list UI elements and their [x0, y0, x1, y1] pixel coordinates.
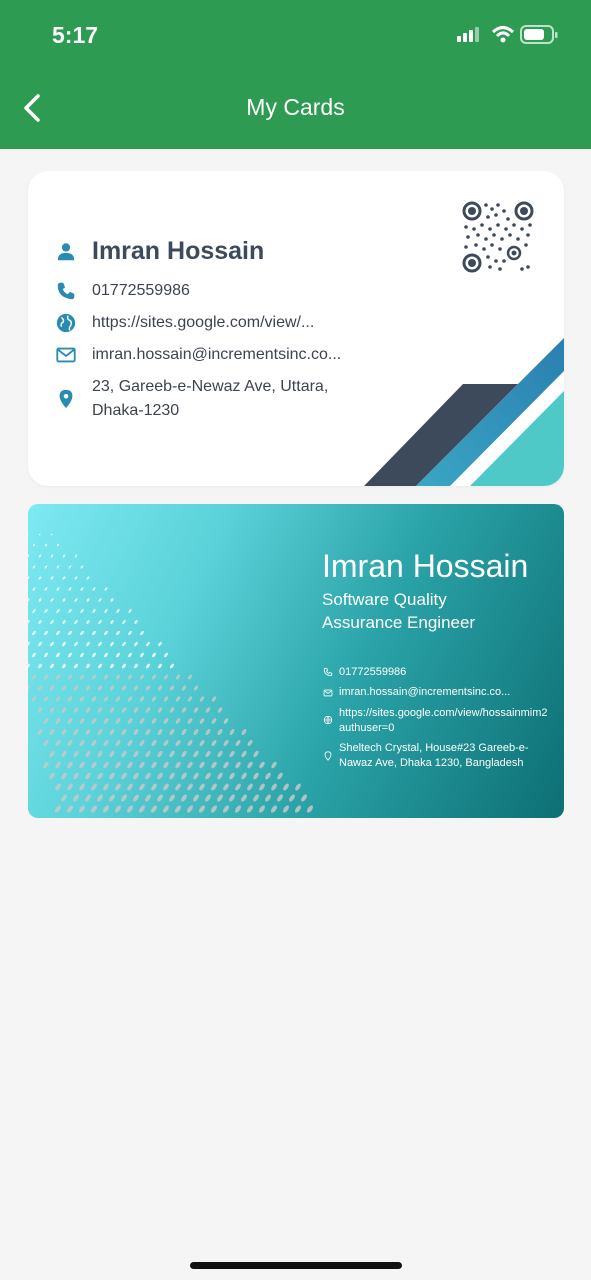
card2-website-line2: authuser=0 [339, 722, 395, 734]
card1-email[interactable]: imran.hossain@incrementsinc.co... [92, 343, 341, 367]
location-icon [324, 751, 332, 761]
card2-role-line2: Assurance Engineer [322, 613, 476, 632]
phone-icon [57, 282, 75, 300]
globe-icon [323, 715, 333, 725]
location-icon [59, 389, 73, 409]
globe-icon [56, 313, 76, 333]
card1-phone[interactable]: 01772559986 [92, 279, 190, 303]
card1-website[interactable]: https://sites.google.com/view/... [92, 311, 314, 335]
app-header: 5:17 My Cards [0, 0, 591, 149]
home-indicator[interactable] [190, 1262, 402, 1269]
card2-address-line2: Nawaz Ave, Dhaka 1230, Bangladesh [339, 757, 524, 769]
page-title: My Cards [246, 94, 345, 120]
phone-icon [323, 667, 333, 677]
card2-name: Imran Hossain [322, 548, 529, 584]
card2-phone[interactable]: 01772559986 [339, 665, 406, 680]
email-icon [323, 689, 333, 697]
business-card-2[interactable]: Imran Hossain Software Quality Assurance… [28, 504, 564, 818]
card2-address-line1: Sheltech Crystal, House#23 Gareeb-e- [339, 742, 529, 754]
card2-email[interactable]: imran.hossain@incrementsinc.co... [339, 685, 510, 700]
card1-address-line2: Dhaka-1230 [92, 402, 180, 419]
status-icons [457, 25, 558, 44]
qr-code [462, 201, 534, 273]
email-icon [56, 347, 76, 363]
card2-website-line1[interactable]: https://sites.google.com/view/hossainmim… [339, 706, 547, 721]
status-time: 5:17 [52, 22, 99, 48]
card2-decor-dots [28, 534, 313, 813]
card1-decor-stripes [364, 338, 564, 486]
card2-role-line1: Software Quality [322, 590, 447, 609]
person-icon [57, 243, 75, 261]
business-card-1[interactable]: Imran Hossain 01772559986 https://sites.… [28, 171, 564, 486]
card1-address-line1: 23, Gareeb-e-Newaz Ave, Uttara, [92, 378, 329, 395]
card2-role: Software Quality Assurance Engineer [322, 588, 552, 634]
card1-name: Imran Hossain [92, 237, 265, 265]
